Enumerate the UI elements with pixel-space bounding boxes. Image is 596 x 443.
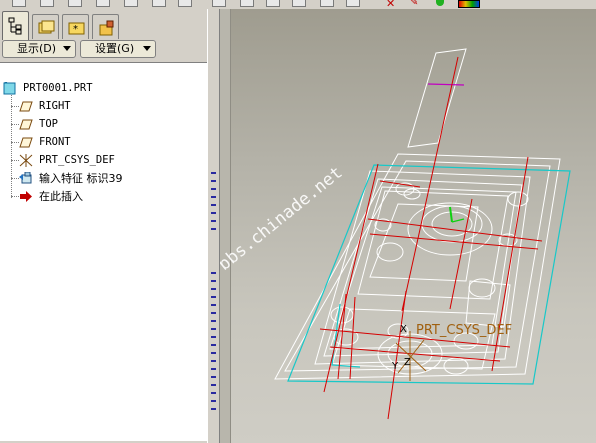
- sash-marker: [211, 320, 216, 322]
- sash-marker: [211, 328, 216, 330]
- sash-marker: [211, 228, 216, 230]
- svg-text:*: *: [73, 24, 78, 35]
- toolbar-button[interactable]: [266, 0, 280, 7]
- sash-marker: [211, 172, 216, 174]
- settings-dropdown[interactable]: 设置(G): [80, 40, 156, 58]
- toolbar-button[interactable]: [346, 0, 360, 7]
- sash-marker: [211, 400, 216, 402]
- insert-here-arrow-icon: [19, 190, 33, 203]
- show-dropdown[interactable]: 显示(D): [2, 40, 76, 58]
- sash-marker: [211, 336, 216, 338]
- status-light-icon[interactable]: [436, 0, 444, 6]
- sash-marker: [211, 288, 216, 290]
- sash-marker: [211, 220, 216, 222]
- sash-marker: [211, 204, 216, 206]
- tab-connections[interactable]: [92, 14, 119, 39]
- sash-marker: [211, 180, 216, 182]
- part-icon: [3, 81, 17, 95]
- sash-marker: [211, 304, 216, 306]
- tree-root-label: PRT0001.PRT: [23, 82, 93, 94]
- tree-connector: [11, 106, 19, 107]
- sash-marker: [211, 344, 216, 346]
- toolbar-button[interactable]: [212, 0, 226, 7]
- sash-marker: [211, 196, 216, 198]
- tab-model-tree[interactable]: [2, 11, 29, 40]
- sash-marker: [211, 384, 216, 386]
- appearance-palette-icon[interactable]: [458, 0, 480, 8]
- import-feature-icon: [19, 171, 33, 185]
- model-tree-icon: [8, 17, 22, 35]
- sash-marker: [211, 376, 216, 378]
- show-dropdown-label: 显示(D): [17, 42, 57, 55]
- toolbar-button[interactable]: [178, 0, 192, 7]
- graphics-viewport[interactable]: X Y Z PRT_CSYS_DEF bbs.chinade.net: [220, 9, 596, 443]
- cad-model-wireframe: X Y Z PRT_CSYS_DEF bbs.chinade.net: [220, 48, 571, 420]
- sash-marker: [211, 360, 216, 362]
- sash-marker: [211, 368, 216, 370]
- csys-name-label: PRT_CSYS_DEF: [416, 323, 512, 338]
- tab-favorites[interactable]: *: [62, 14, 89, 39]
- sash-marker: [211, 212, 216, 214]
- csys-icon: [19, 154, 33, 167]
- watermark: bbs.chinade.net: [220, 163, 346, 275]
- settings-dropdown-label: 设置(G): [95, 42, 135, 55]
- csys-z-label: Z: [404, 357, 411, 368]
- model-tree: PRT0001.PRT RIGHT TOP FRONT PRT_CSYS_DEF: [0, 62, 208, 441]
- tab-folder-browser[interactable]: [32, 14, 59, 39]
- datum-plane-icon: [19, 100, 33, 113]
- sash-marker: [211, 296, 216, 298]
- sash-marker: [211, 312, 216, 314]
- panel-splitter[interactable]: [207, 9, 220, 443]
- chevron-down-icon: [143, 46, 151, 51]
- tool-icon[interactable]: ✎: [410, 0, 418, 8]
- toolbar-button[interactable]: [96, 0, 110, 7]
- tree-connector: [11, 160, 19, 161]
- sash-marker: [211, 272, 216, 274]
- toolbar-button[interactable]: [12, 0, 26, 7]
- csys-x-label: X: [400, 324, 407, 335]
- toolbar-button[interactable]: [320, 0, 334, 7]
- tree-item-label: 输入特征 标识39: [39, 172, 123, 185]
- sash-marker: [211, 408, 216, 410]
- tree-connector: [11, 142, 19, 143]
- tree-item-label: PRT_CSYS_DEF: [39, 154, 115, 166]
- sash-marker: [211, 392, 216, 394]
- tree-connector: [11, 124, 19, 125]
- toolbar-button[interactable]: [292, 0, 306, 7]
- csys-y-label: Y: [391, 361, 399, 372]
- tree-item-label: FRONT: [39, 136, 71, 148]
- favorites-icon: *: [68, 22, 85, 35]
- toolbar-button[interactable]: [68, 0, 82, 7]
- navigator-panel: * 显示(D) 设置(G) PRT0001.PRT RIGHT TOP FRON…: [0, 9, 210, 443]
- tree-connector: [11, 196, 19, 197]
- datum-plane-icon: [19, 136, 33, 149]
- datum-plane-icon: [19, 118, 33, 131]
- sash-marker: [211, 280, 216, 282]
- connections-icon: [99, 20, 114, 36]
- tree-connector: [11, 178, 19, 179]
- sash-marker: [211, 188, 216, 190]
- tree-item-label: 在此插入: [39, 190, 83, 203]
- sash-marker: [211, 352, 216, 354]
- toolbar-button[interactable]: [240, 0, 254, 7]
- toolbar-button[interactable]: [40, 0, 54, 7]
- navigator-tabs: *: [0, 10, 210, 40]
- chevron-down-icon: [63, 46, 71, 51]
- tree-item-label: RIGHT: [39, 100, 71, 112]
- toolbar-button[interactable]: [152, 0, 166, 7]
- toolbar-button[interactable]: [124, 0, 138, 7]
- tree-item-label: TOP: [39, 118, 58, 130]
- folder-browser-icon: [38, 20, 55, 34]
